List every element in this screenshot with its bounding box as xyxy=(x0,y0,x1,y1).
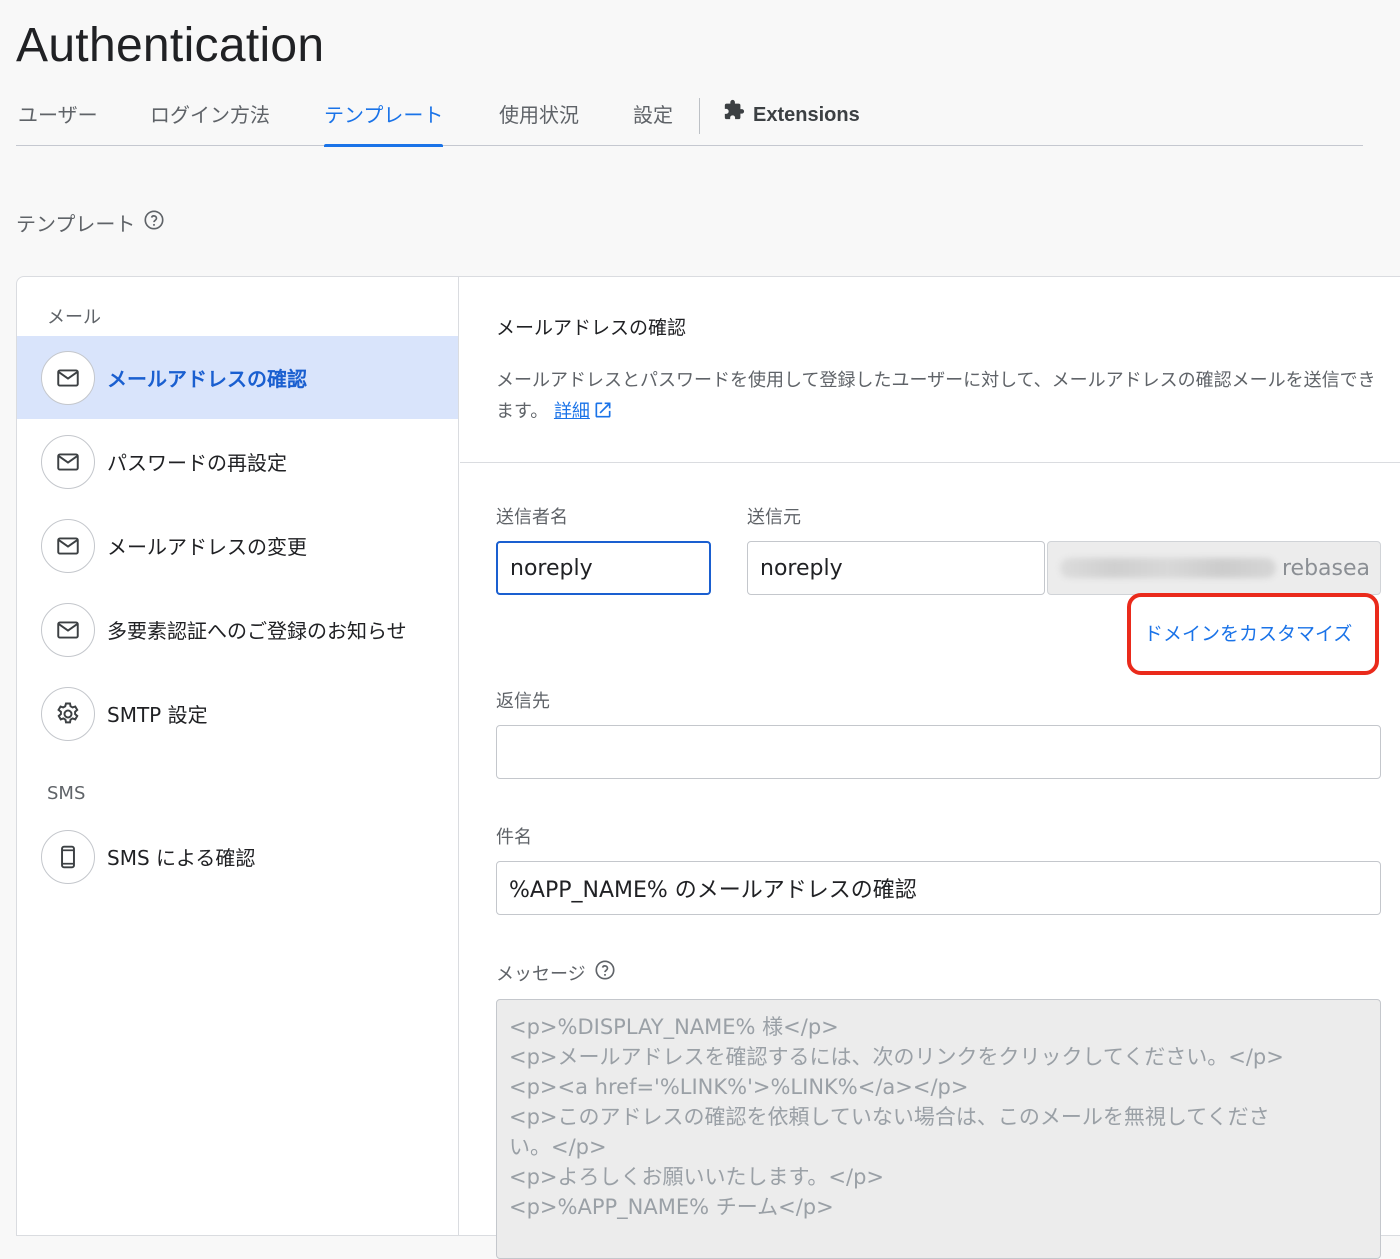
tab-usage[interactable]: 使用状況 xyxy=(499,92,579,146)
tab-extensions-label: Extensions xyxy=(753,104,860,126)
from-domain-field: rebasea xyxy=(1047,541,1381,595)
phone-icon xyxy=(41,829,95,884)
tab-extensions[interactable]: Extensions xyxy=(723,92,860,146)
subject-input[interactable]: %APP_NAME% のメールアドレスの確認 xyxy=(496,861,1381,915)
customize-domain-link[interactable]: ドメインをカスタマイズ xyxy=(1144,619,1352,646)
page-title: Authentication xyxy=(16,19,325,72)
template-description: メールアドレスとパスワードを使用して登録したユーザーに対して、メールアドレスの確… xyxy=(496,365,1386,430)
sidebar-item-email-verification[interactable]: メールアドレスの確認 xyxy=(17,336,458,419)
gear-icon xyxy=(41,686,95,741)
tab-templates[interactable]: テンプレート xyxy=(324,92,444,147)
sidebar-item-sms-verification[interactable]: SMS による確認 xyxy=(17,815,458,898)
sms-group-label: SMS xyxy=(47,783,86,804)
sidebar-item-smtp-settings[interactable]: SMTP 設定 xyxy=(17,672,458,755)
help-circle-icon[interactable] xyxy=(143,209,165,236)
sidebar-item-label: 多要素認証へのご登録のお知らせ xyxy=(107,619,407,643)
learn-more-label: 詳細 xyxy=(553,401,590,422)
help-circle-icon[interactable] xyxy=(594,959,616,986)
message-label-text: メッセージ xyxy=(496,963,586,985)
from-local-part-input[interactable]: noreply xyxy=(747,541,1045,595)
reply-to-label: 返信先 xyxy=(496,691,550,712)
template-title: メールアドレスの確認 xyxy=(496,317,687,339)
tab-settings[interactable]: 設定 xyxy=(633,92,673,146)
learn-more-link[interactable]: 詳細 xyxy=(554,401,613,422)
mail-icon xyxy=(41,434,95,489)
template-card: メール メールアドレスの確認 パスワードの再設定 メールアドレスの変更 多要素認… xyxy=(16,276,1400,1259)
message-label: メッセージ xyxy=(496,959,616,986)
section-title: テンプレート xyxy=(16,212,136,236)
mail-icon xyxy=(41,350,95,405)
message-line: <p>このアドレスの確認を依頼していない場合は、このメールを無視してくださ xyxy=(509,1105,1270,1129)
message-line: <p>%APP_NAME% チーム</p> xyxy=(509,1195,834,1219)
template-editor: メールアドレスの確認 メールアドレスとパスワードを使用して登録したユーザーに対し… xyxy=(460,277,1400,1259)
domain-suffix: rebasea xyxy=(1281,555,1370,581)
sender-name-label: 送信者名 xyxy=(496,507,568,528)
description-text: メールアドレスとパスワードを使用して登録したユーザーに対して、メールアドレスの確… xyxy=(496,370,1376,422)
mail-icon xyxy=(41,602,95,657)
tab-divider xyxy=(699,98,700,134)
tab-sign-in-method[interactable]: ログイン方法 xyxy=(150,92,270,146)
message-line: <p>メールアドレスを確認するには、次のリンクをクリックしてください。</p> xyxy=(509,1045,1284,1069)
from-label: 送信元 xyxy=(747,507,801,528)
template-sidebar: メール メールアドレスの確認 パスワードの再設定 メールアドレスの変更 多要素認… xyxy=(17,277,459,1235)
sidebar-item-label: SMS による確認 xyxy=(107,846,256,870)
subject-label: 件名 xyxy=(496,827,532,848)
puzzle-icon xyxy=(723,92,745,138)
redacted-domain xyxy=(1060,558,1276,578)
section-label: テンプレート xyxy=(16,208,165,237)
sidebar-item-password-reset[interactable]: パスワードの再設定 xyxy=(17,420,458,503)
sidebar-item-label: メールアドレスの変更 xyxy=(107,535,307,559)
sender-name-input[interactable]: noreply xyxy=(496,541,711,595)
mail-icon xyxy=(41,518,95,573)
message-line: <p>%DISPLAY_NAME% 様</p> xyxy=(509,1015,839,1039)
sidebar-item-label: SMTP 設定 xyxy=(107,703,208,727)
external-link-icon xyxy=(593,399,613,430)
message-textarea[interactable]: <p>%DISPLAY_NAME% 様</p> <p>メールアドレスを確認するに… xyxy=(496,999,1381,1259)
tab-users[interactable]: ユーザー xyxy=(18,92,98,146)
sidebar-item-email-change[interactable]: メールアドレスの変更 xyxy=(17,504,458,587)
divider xyxy=(460,462,1400,463)
sidebar-item-label: メールアドレスの確認 xyxy=(107,367,307,391)
tab-bar: ユーザー ログイン方法 テンプレート 使用状況 設定 Extensions xyxy=(16,92,1363,147)
sidebar-item-label: パスワードの再設定 xyxy=(107,451,287,475)
sidebar-item-mfa-enrollment[interactable]: 多要素認証へのご登録のお知らせ xyxy=(17,588,458,671)
message-line: い。</p> xyxy=(509,1135,607,1159)
email-group-label: メール xyxy=(47,307,101,328)
message-line: <p><a href='%LINK%'>%LINK%</a></p> xyxy=(509,1075,969,1099)
reply-to-input[interactable] xyxy=(496,725,1381,779)
message-line: <p>よろしくお願いいたします。</p> xyxy=(509,1165,885,1189)
